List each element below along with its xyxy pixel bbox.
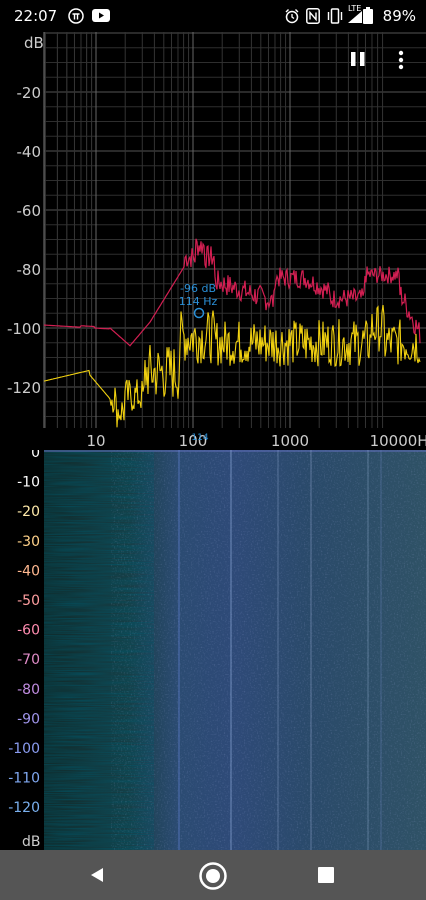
spectrogram-y-tick: -40 xyxy=(17,563,40,579)
spectrogram-y-tick: -20 xyxy=(17,504,40,520)
clock: 22:07 xyxy=(14,7,58,25)
y-axis-unit: dB xyxy=(24,34,44,52)
more-options-button[interactable] xyxy=(396,50,406,75)
spectrum-traces xyxy=(43,238,421,428)
nfc-icon xyxy=(306,8,320,24)
spectrogram-y-tick: -30 xyxy=(17,534,40,550)
marker-freq-label: 114 Hz xyxy=(179,295,218,308)
spectrogram-y-tick: -50 xyxy=(17,593,40,609)
spectrogram-y-tick: -70 xyxy=(17,652,40,668)
spectrogram-y-tick: -10 xyxy=(17,475,40,491)
more-vert-icon xyxy=(398,50,404,70)
youtube-icon xyxy=(92,9,110,22)
pause-button[interactable] xyxy=(350,50,366,73)
spectrum-grid xyxy=(43,32,426,428)
pi-icon xyxy=(68,8,84,24)
recents-icon xyxy=(318,867,334,883)
spectrogram-y-tick: -100 xyxy=(8,741,40,757)
spectrogram-unit: dB xyxy=(22,834,41,850)
y-tick-label: -40 xyxy=(17,143,42,161)
peak-hold-trace xyxy=(44,238,421,347)
alarm-icon xyxy=(285,9,299,24)
home-button[interactable] xyxy=(198,861,228,895)
battery-icon xyxy=(363,7,373,24)
y-tick-label: -20 xyxy=(17,84,42,102)
y-tick-label: -60 xyxy=(17,202,42,220)
y-tick-label: -120 xyxy=(7,379,41,397)
x-tick-label: 1000 xyxy=(271,432,309,450)
navigation-bar xyxy=(0,850,426,900)
spectrogram-y-tick: -110 xyxy=(8,771,40,787)
vibrate-icon xyxy=(327,8,343,24)
spectrogram-y-tick: -90 xyxy=(17,711,40,727)
x-tick-label: 10000Hz xyxy=(370,432,426,450)
spectrum-panel[interactable]: dB -20-40-60-80-100-120 10100100010000Hz… xyxy=(0,32,426,450)
y-tick-label: -80 xyxy=(17,261,42,279)
spectrogram-panel[interactable]: dB 0 -10 -20 -30 -40 -50 -60 -70 -80 -90 -100 -110 -… xyxy=(0,445,426,850)
x-tick-label: 10 xyxy=(86,432,105,450)
marker-axis-indicator: 114 xyxy=(191,433,208,443)
lte-signal-icon xyxy=(348,11,362,23)
status-bar: 22:07 LTE 89% xyxy=(0,0,426,32)
home-icon xyxy=(199,862,227,890)
spectrogram-y-tick: -60 xyxy=(17,623,40,639)
spectrogram-y-tick: 0 xyxy=(31,450,40,461)
spectrogram-y-tick: -80 xyxy=(17,682,40,698)
back-icon xyxy=(91,868,103,882)
back-button[interactable] xyxy=(88,866,106,888)
spectrogram-plot[interactable]: dB 0 -10 -20 -30 -40 -50 -60 -70 -80 -90 -100 -110 -… xyxy=(0,445,426,850)
spectrogram-y-tick: -120 xyxy=(8,800,40,816)
y-tick-label: -100 xyxy=(7,320,41,338)
recents-button[interactable] xyxy=(318,867,334,887)
pause-icon xyxy=(351,52,365,66)
marker-db-label: -96 dB xyxy=(180,282,216,295)
live-spectrum-trace xyxy=(43,305,421,428)
battery-level: 89% xyxy=(382,7,416,25)
spectrum-plot[interactable]: dB -20-40-60-80-100-120 10100100010000Hz… xyxy=(0,32,426,450)
